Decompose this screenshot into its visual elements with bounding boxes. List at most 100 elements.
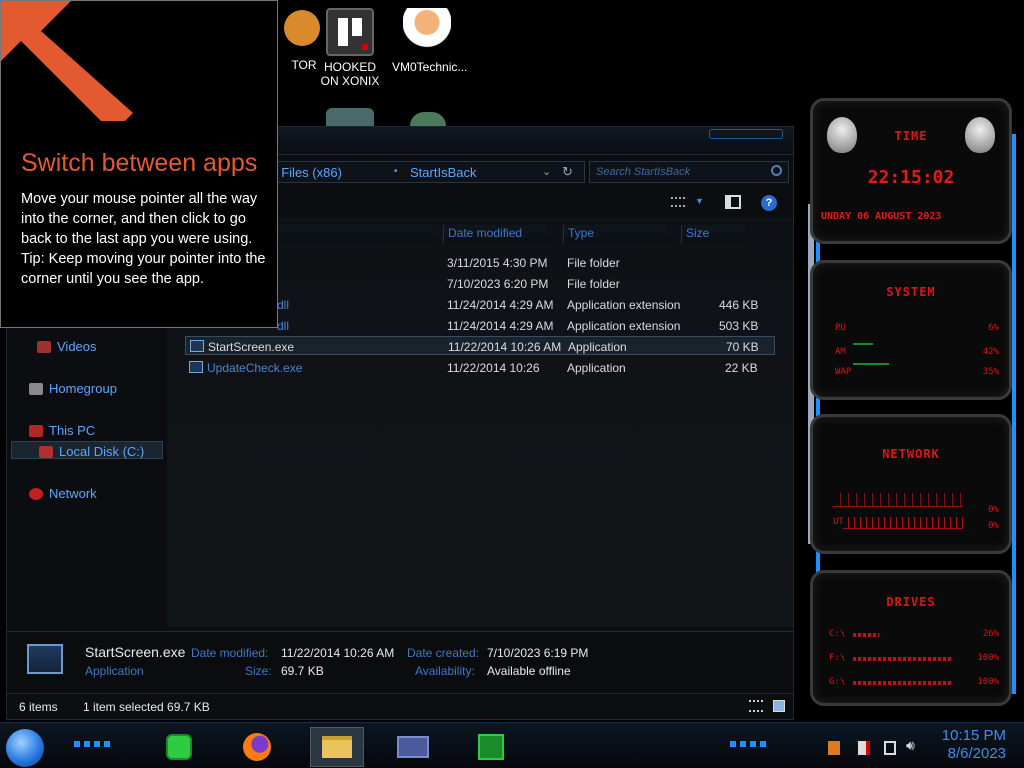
start-button[interactable] <box>6 729 44 767</box>
file-type: Application <box>568 340 627 354</box>
details-availability-label: Availability: <box>415 664 475 678</box>
homegroup-icon <box>29 382 43 395</box>
swap-value: 35% <box>982 367 999 377</box>
details-size: 69.7 KB <box>281 664 324 678</box>
flag-tray-icon[interactable] <box>858 741 870 755</box>
chevron-down-icon[interactable]: ▼ <box>695 196 704 206</box>
network-in-graph <box>833 493 963 507</box>
breadcrumb-item[interactable]: StartIsBack <box>410 165 476 180</box>
details-date-created-label: Date created: <box>407 646 480 660</box>
computer-icon <box>29 424 43 437</box>
xonix-game-icon <box>326 8 374 56</box>
details-view-icon[interactable] <box>749 700 763 712</box>
desktop-icon-label: VM0Technic... <box>392 60 468 74</box>
desktop-icon-label: HOOKED ON XONIX <box>320 60 380 88</box>
file-type: File folder <box>567 256 620 270</box>
view-options-icon[interactable] <box>671 197 685 207</box>
details-date-created: 7/10/2023 6:19 PM <box>487 646 589 660</box>
file-type: Application extension <box>567 319 681 333</box>
ram-meter <box>853 363 889 365</box>
refresh-icon[interactable]: ↻ <box>562 164 573 180</box>
file-explorer-icon[interactable] <box>310 727 364 767</box>
file-type: Application extension <box>567 298 681 312</box>
ram-value: 42% <box>982 347 999 357</box>
details-pane: StartScreen.exe Application Date modifie… <box>7 631 793 687</box>
status-item-count: 6 items <box>19 700 58 714</box>
breadcrumb[interactable]: gram Files (x86) • StartIsBack ⌄ ↻ <box>247 161 585 183</box>
drives-title: DRIVES <box>886 595 936 609</box>
switch-apps-tooltip: Switch between apps Move your mouse poin… <box>0 0 278 328</box>
column-header-date[interactable]: Date modified <box>443 225 547 243</box>
file-date: 7/10/2023 6:20 PM <box>447 277 549 291</box>
file-size: 70 KB <box>726 340 759 354</box>
window-app-icon[interactable] <box>386 727 440 767</box>
drive-g-value: 100% <box>977 677 999 687</box>
tooltip-title: Switch between apps <box>21 149 258 177</box>
chart-app-icon[interactable] <box>464 727 518 767</box>
file-date: 3/11/2015 4:30 PM <box>447 256 548 270</box>
application-icon <box>189 361 203 373</box>
nav-item-network[interactable]: Network <box>29 486 97 501</box>
nav-label: This PC <box>49 423 96 438</box>
taskbar-clock[interactable]: 10:15 PM 8/6/2023 <box>942 727 1006 763</box>
network-in-value: 0% <box>988 505 999 515</box>
file-size: 446 KB <box>719 298 759 312</box>
tooltip-text: Move your mouse pointer all the way into… <box>21 191 258 247</box>
nav-item-homegroup[interactable]: Homegroup <box>29 381 117 396</box>
column-header-size[interactable]: Size <box>681 225 745 243</box>
preview-pane-icon[interactable] <box>725 195 741 209</box>
system-panel: SYSTEM PU 6% AM 42% WAP 35% <box>810 260 1012 400</box>
column-header-type[interactable]: Type <box>563 225 667 243</box>
date-display: UNDAY 06 AUGUST 2023 <box>821 211 942 222</box>
help-icon[interactable]: ? <box>761 195 777 211</box>
file-name: dll <box>277 319 290 333</box>
network-panel: NETWORK 0% UT 0% <box>810 414 1012 554</box>
desktop-icon-xonix[interactable]: HOOKED ON XONIX <box>315 8 385 88</box>
doctor-icon <box>403 8 451 56</box>
volume-tray-icon[interactable]: 🔊︎ <box>906 737 915 754</box>
application-icon <box>190 340 204 352</box>
nav-item-videos[interactable]: Videos <box>37 339 97 354</box>
taskbar-decor <box>730 741 770 747</box>
status-bar: 6 items 1 item selected 69.7 KB <box>7 693 793 719</box>
nav-item-local-disk[interactable]: Local Disk (C:) <box>39 444 144 459</box>
time-title: TIME <box>894 129 928 143</box>
nav-item-this-pc[interactable]: This PC <box>29 423 95 438</box>
desktop-icon-partial[interactable] <box>410 112 446 126</box>
file-date: 11/22/2014 10:26 AM <box>448 340 562 354</box>
time-panel: TIME 22:15:02 UNDAY 06 AUGUST 2023 <box>810 98 1012 244</box>
drive-g-bar <box>853 681 953 685</box>
java-tray-icon[interactable] <box>828 741 840 755</box>
taskbar-decor <box>74 741 114 747</box>
tooltip-tip: Tip: Keep moving your pointer into the c… <box>21 251 266 287</box>
file-name: dll <box>277 298 290 312</box>
nav-label: Local Disk (C:) <box>59 444 145 459</box>
drive-c-bar <box>853 633 879 637</box>
clock-date: 8/6/2023 <box>947 745 1006 762</box>
swap-label: WAP <box>835 367 852 377</box>
breadcrumb-separator-icon: • <box>394 166 398 177</box>
file-name: UpdateCheck.exe <box>207 361 303 375</box>
table-row[interactable]: UpdateCheck.exe 11/22/2014 10:26 Applica… <box>185 358 775 377</box>
table-row[interactable]: StartScreen.exe 11/22/2014 10:26 AM Appl… <box>185 336 775 355</box>
desktop-icon-partial[interactable] <box>326 108 374 126</box>
cpu-meter <box>853 343 873 345</box>
network-title: NETWORK <box>882 447 940 461</box>
file-size: 22 KB <box>725 361 758 375</box>
chevron-down-icon[interactable]: ⌄ <box>542 165 551 178</box>
network-out-graph <box>843 517 963 529</box>
network-out-value: 0% <box>988 521 999 531</box>
spotify-icon[interactable] <box>152 727 206 767</box>
clock-time: 10:15 PM <box>941 727 1006 744</box>
drive-f-bar <box>853 657 953 661</box>
desktop-icon-vm0[interactable]: VM0Technic... <box>392 8 468 74</box>
large-icons-view-icon[interactable] <box>773 700 785 712</box>
search-input[interactable]: Search StartIsBack <box>589 161 789 183</box>
search-icon[interactable] <box>771 165 782 176</box>
window-controls[interactable] <box>709 129 783 139</box>
ram-label: AM <box>835 347 846 357</box>
status-selection: 1 item selected 69.7 KB <box>83 700 210 714</box>
network-tray-icon[interactable] <box>884 741 896 755</box>
firefox-icon[interactable] <box>230 727 284 767</box>
network-icon <box>29 487 43 500</box>
